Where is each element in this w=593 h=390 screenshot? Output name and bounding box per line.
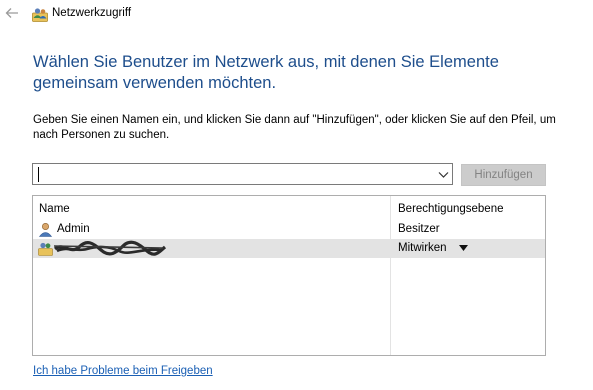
page-heading: Wählen Sie Benutzer im Netzwerk aus, mit…	[33, 53, 499, 92]
column-header-permission[interactable]: Berechtigungsebene	[398, 203, 504, 215]
permission-dropdown[interactable]: Mitwirken	[391, 239, 491, 258]
redaction-scribble	[53, 240, 167, 256]
help-link[interactable]: Ich habe Probleme beim Freigeben	[33, 365, 213, 377]
title-bar: Netzwerkzugriff	[0, 0, 593, 30]
back-arrow-icon[interactable]	[3, 4, 21, 22]
name-input[interactable]	[36, 166, 428, 182]
list-row-selected[interactable]: Mitwirken	[33, 239, 545, 258]
user-group-icon	[38, 242, 53, 256]
dropdown-arrow-icon[interactable]	[459, 245, 468, 252]
row-permission: Besitzer	[398, 223, 440, 235]
text-caret	[38, 167, 39, 182]
name-combobox[interactable]	[32, 163, 453, 185]
column-header-name[interactable]: Name	[39, 203, 70, 215]
row-name: Admin	[57, 223, 90, 235]
add-button[interactable]: Hinzufügen	[461, 164, 546, 186]
row-permission: Mitwirken	[398, 242, 447, 254]
list-row-admin[interactable]: Admin Besitzer	[33, 220, 545, 239]
window-title: Netzwerkzugriff	[52, 7, 132, 19]
network-users-icon	[32, 8, 48, 22]
user-list[interactable]: Name Berechtigungsebene Admin Besitzer M…	[32, 195, 546, 356]
instruction-text: Geben Sie einen Namen ein, und klicken S…	[33, 114, 556, 141]
chevron-down-icon[interactable]	[438, 169, 449, 180]
user-icon	[38, 222, 53, 237]
